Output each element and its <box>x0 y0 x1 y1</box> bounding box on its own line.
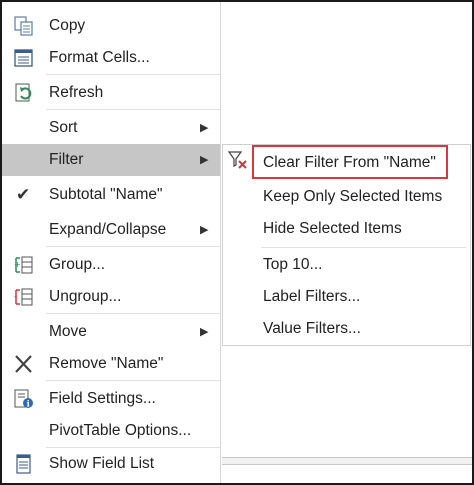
submenu-item-label-filters[interactable]: Label Filters... <box>223 281 470 313</box>
clear-filter-icon <box>227 151 247 169</box>
menu-item-field-settings[interactable]: i Field Settings... <box>2 383 220 415</box>
menu-item-label: Show Field List <box>49 455 155 472</box>
chevron-right-icon: ▶ <box>200 224 209 236</box>
menu-item-filter[interactable]: Filter ▶ <box>2 144 220 176</box>
menu-item-label: Remove "Name" <box>49 355 164 372</box>
menu-item-refresh[interactable]: Refresh <box>2 77 220 109</box>
submenu-separator <box>261 247 466 248</box>
menu-item-remove[interactable]: Remove "Name" <box>2 348 220 380</box>
menu-separator <box>46 74 220 75</box>
field-list-icon <box>16 454 31 474</box>
remove-icon <box>15 355 32 373</box>
menu-item-format-cells[interactable]: Format Cells... <box>2 42 220 74</box>
submenu-item-top-10[interactable]: Top 10... <box>223 249 470 281</box>
clear-filter-highlight-outline <box>252 145 448 179</box>
menu-item-label: PivotTable Options... <box>49 422 192 439</box>
menu-item-expand-collapse[interactable]: Expand/Collapse ▶ <box>2 214 220 246</box>
menu-item-label: Refresh <box>49 84 104 101</box>
menu-item-copy[interactable]: Copy <box>2 10 220 42</box>
menu-item-label: Sort <box>49 119 78 136</box>
menu-item-label: Field Settings... <box>49 390 156 407</box>
context-menu: Copy Format Cells... Refresh Sort ▶ Filt… <box>2 2 221 483</box>
submenu-item-value-filters[interactable]: Value Filters... <box>223 313 470 345</box>
menu-item-label: Filter <box>49 151 84 168</box>
menu-item-label: Expand/Collapse <box>49 221 167 238</box>
chevron-right-icon: ▶ <box>200 154 209 166</box>
menu-item-subtotal[interactable]: ✔ Subtotal "Name" <box>2 179 220 211</box>
svg-text:+: + <box>14 260 21 269</box>
window-frame: Copy Format Cells... Refresh Sort ▶ Filt… <box>0 0 474 485</box>
group-icon: + <box>14 256 33 274</box>
menu-item-label: Subtotal "Name" <box>49 186 163 203</box>
menu-item-label: Copy <box>49 17 86 34</box>
svg-text:-: - <box>14 292 17 302</box>
submenu-item-label: Label Filters... <box>263 288 361 305</box>
submenu-item-keep-only-selected[interactable]: Keep Only Selected Items <box>223 181 470 213</box>
menu-item-sort[interactable]: Sort ▶ <box>2 112 220 144</box>
menu-separator <box>46 246 220 247</box>
menu-item-ungroup[interactable]: - Ungroup... <box>2 281 220 313</box>
chevron-right-icon: ▶ <box>200 326 209 338</box>
submenu-item-hide-selected[interactable]: Hide Selected Items <box>223 213 470 245</box>
menu-item-label: Format Cells... <box>49 49 150 66</box>
sheet-scroll-strip <box>222 457 472 465</box>
submenu-item-label: Hide Selected Items <box>263 220 402 237</box>
menu-item-show-field-list[interactable]: Show Field List <box>2 448 220 480</box>
ungroup-icon: - <box>14 288 33 306</box>
menu-item-pivottable-options[interactable]: PivotTable Options... <box>2 415 220 447</box>
menu-item-group[interactable]: + Group... <box>2 249 220 281</box>
submenu-item-label: Keep Only Selected Items <box>263 188 443 205</box>
menu-item-label: Group... <box>49 256 105 273</box>
format-cells-icon <box>14 49 33 67</box>
menu-item-label: Ungroup... <box>49 288 122 305</box>
menu-item-move[interactable]: Move ▶ <box>2 316 220 348</box>
menu-separator <box>46 313 220 314</box>
menu-item-label: Move <box>49 323 87 340</box>
refresh-icon <box>15 83 32 102</box>
copy-icon <box>14 16 33 36</box>
submenu-item-label: Value Filters... <box>263 320 361 337</box>
menu-separator <box>46 380 220 381</box>
chevron-right-icon: ▶ <box>200 122 209 134</box>
svg-text:i: i <box>27 399 30 409</box>
submenu-item-label: Top 10... <box>263 256 323 273</box>
field-settings-icon: i <box>14 389 33 409</box>
checkmark-icon: ✔ <box>16 185 31 204</box>
menu-separator <box>46 109 220 110</box>
